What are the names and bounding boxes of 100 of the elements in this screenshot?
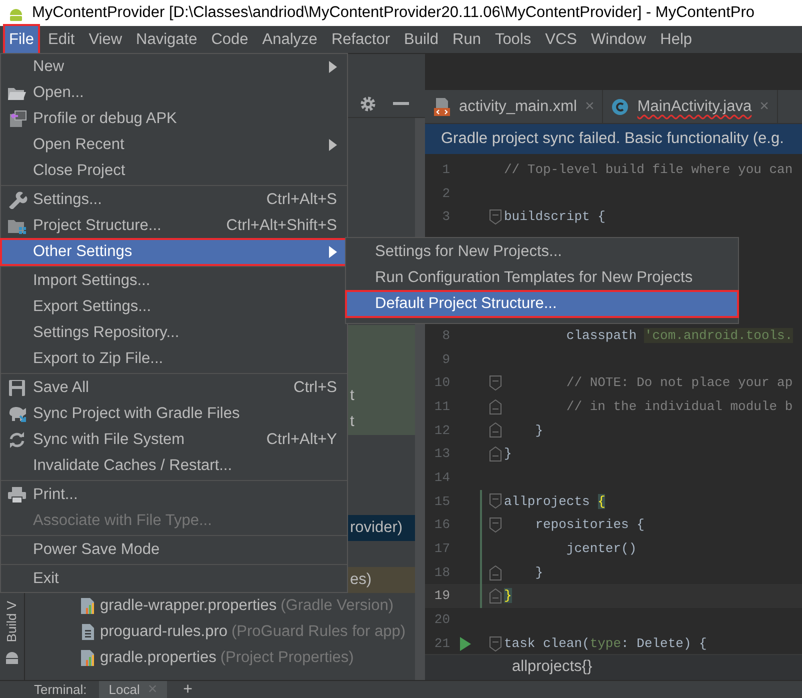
fold-marker-icon: [489, 493, 502, 510]
code-line: }: [504, 445, 512, 464]
code-line: // in the individual module b: [565, 398, 793, 416]
code-line: }: [534, 564, 544, 582]
editor-tab[interactable]: activity_main.xml ×: [425, 90, 604, 123]
fold-marker-icon: [489, 564, 502, 581]
menu-bar-item[interactable]: Navigate: [131, 24, 202, 54]
class-icon: [611, 98, 630, 116]
line-number: 14: [433, 468, 450, 487]
menu-item[interactable]: Sync Project with Gradle Files: [1, 401, 347, 427]
menu-bar-item[interactable]: Window: [586, 24, 652, 54]
tree-item[interactable]: es): [350, 571, 372, 589]
terminal-label: Terminal:: [34, 681, 87, 698]
settings-icon: [359, 94, 377, 112]
window-title: MyContentProvider [D:\Classes\andriod\MyContentProvider20.11.06\MyContentProvider] - MyContentPro: [32, 3, 755, 24]
shortcut-label: Ctrl+Alt+S: [266, 190, 337, 210]
shortcut-label: Ctrl+Alt+Y: [266, 430, 337, 450]
line-number: 13: [433, 445, 450, 464]
menu-bar-item[interactable]: Build: [399, 24, 444, 54]
menu-item[interactable]: Open Recent: [1, 132, 347, 158]
line-number: 19: [433, 587, 450, 606]
run-icon[interactable]: [460, 636, 470, 651]
add-tab-button[interactable]: +: [183, 681, 193, 698]
save-icon: [6, 379, 28, 397]
tree-item[interactable]: proguard-rules.pro: [100, 623, 228, 641]
menu-item[interactable]: Open...: [1, 80, 347, 106]
menu-item[interactable]: Project Structure... Ctrl+Alt+Shift+S: [1, 213, 347, 239]
code-line: repositories {: [534, 516, 644, 534]
item-hint: (ProGuard Rules for app): [232, 623, 406, 641]
fold-marker-icon: [489, 422, 502, 438]
menu-item[interactable]: Export to Zip File...: [1, 346, 347, 372]
printer-icon: [6, 486, 28, 504]
menu-bar-item[interactable]: Tools: [490, 24, 536, 54]
code-line: allprojects {: [504, 492, 606, 511]
line-number: 9: [441, 350, 450, 368]
menu-item[interactable]: Invalidate Caches / Restart...: [1, 453, 347, 479]
code-line: classpath 'com.android.tools.: [565, 326, 793, 345]
menu-item[interactable]: Import Settings...: [1, 268, 347, 294]
tree-item[interactable]: rovider): [350, 519, 403, 537]
line-number: 1: [441, 161, 450, 179]
chart-file-icon: [80, 597, 96, 615]
editor-tab[interactable]: MainActivity.java ×: [603, 90, 778, 123]
code-line: task clean(type: Delete) {: [504, 634, 707, 653]
code-line: jcenter(): [565, 540, 637, 558]
code-line: // NOTE: Do not place your ap: [565, 374, 793, 392]
item-hint: (Gradle Version): [280, 597, 394, 615]
tree-item[interactable]: gradle.properties: [100, 649, 216, 667]
menu-item[interactable]: Export Settings...: [1, 294, 347, 320]
menu-bar-item[interactable]: Run: [448, 24, 486, 54]
tool-window-label[interactable]: Build V: [2, 600, 22, 642]
line-number: 21: [433, 634, 450, 653]
menu-bar-item[interactable]: Help: [655, 24, 698, 54]
menu-item[interactable]: Close Project: [1, 158, 347, 184]
menu-item[interactable]: Default Project Structure...: [346, 291, 738, 317]
line-number: 2: [441, 184, 450, 203]
line-number: 3: [441, 208, 450, 226]
line-number: 16: [433, 516, 450, 534]
minimize-icon: [393, 102, 409, 106]
breadcrumb[interactable]: allprojects{}: [425, 654, 802, 680]
menu-item[interactable]: Save All Ctrl+S: [1, 375, 347, 401]
menu-item[interactable]: Run Configuration Templates for New Projects: [346, 265, 738, 291]
menu-item[interactable]: Exit: [1, 566, 347, 592]
fold-marker-icon: [489, 398, 502, 415]
menu-item[interactable]: Profile or debug APK: [1, 106, 347, 132]
shortcut-label: Ctrl+Alt+Shift+S: [226, 216, 337, 236]
shortcut-label: Ctrl+S: [294, 378, 337, 398]
fold-marker-icon: [489, 636, 502, 652]
line-number: 18: [433, 564, 450, 582]
notification-banner: Gradle project sync failed. Basic functionality (e.g.: [425, 124, 802, 154]
menu-item[interactable]: Other Settings: [1, 239, 347, 265]
menu-bar-item[interactable]: VCS: [540, 24, 582, 54]
line-number: 12: [433, 422, 450, 440]
menu-item[interactable]: New: [1, 54, 347, 80]
terminal-tab[interactable]: Local ×: [98, 681, 168, 698]
menu-item[interactable]: Settings... Ctrl+Alt+S: [1, 187, 347, 213]
fold-marker-icon: [489, 375, 502, 392]
menu-item[interactable]: Sync with File System Ctrl+Alt+Y: [1, 427, 347, 453]
tree-item[interactable]: gradle-wrapper.properties: [100, 597, 277, 615]
tree-item[interactable]: t: [350, 387, 354, 405]
menu-item[interactable]: Settings for New Projects...: [346, 239, 738, 265]
code-line: // Top-level build file where you can: [504, 161, 793, 179]
menu-bar-item[interactable]: Edit: [42, 24, 80, 54]
file-icon: [80, 623, 96, 641]
menu-item[interactable]: Power Save Mode: [1, 537, 347, 563]
line-number: 15: [433, 492, 450, 511]
menu-bar-item[interactable]: File: [4, 24, 39, 54]
menu-bar-item[interactable]: View: [84, 24, 128, 54]
tree-item[interactable]: t: [350, 413, 354, 431]
menu-bar-item[interactable]: Code: [206, 24, 254, 54]
menu-bar-item[interactable]: Analyze: [257, 24, 322, 54]
line-number: 8: [441, 326, 450, 345]
structure-icon: [6, 217, 28, 235]
android-icon: [5, 650, 19, 664]
item-hint: (Project Properties): [220, 649, 354, 667]
chart-file-icon: [80, 649, 96, 667]
menu-item[interactable]: Print...: [1, 482, 347, 508]
line-number: 17: [433, 540, 450, 558]
menu-bar-item[interactable]: Refactor: [326, 24, 396, 54]
menu-item[interactable]: Settings Repository...: [1, 320, 347, 346]
code-line: buildscript {: [504, 208, 606, 226]
